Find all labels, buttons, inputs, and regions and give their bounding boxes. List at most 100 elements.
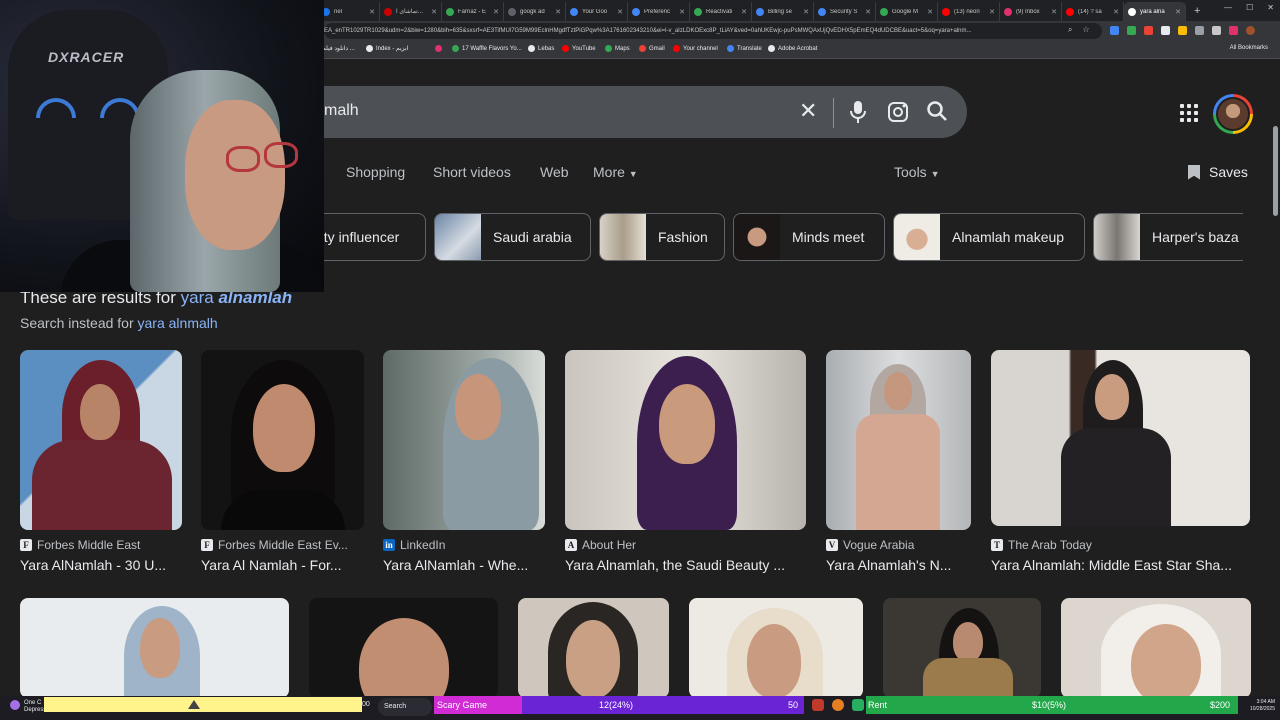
profile-icon[interactable] <box>1246 26 1255 35</box>
tab-close-icon[interactable]: ✕ <box>865 8 871 16</box>
google-apps-icon[interactable] <box>1180 104 1198 122</box>
result-image[interactable] <box>991 350 1250 526</box>
tab-close-icon[interactable]: ✕ <box>1051 8 1057 16</box>
tools-button[interactable]: Tools ▼ <box>894 164 940 180</box>
taskbar-search[interactable]: Search <box>378 698 432 716</box>
bookmark-item[interactable]: 17 Waffle Flavors Yo... <box>452 45 522 52</box>
chip-harpers-bazaar[interactable]: Harper's baza <box>1093 213 1243 261</box>
saves-button[interactable]: Saves <box>1188 164 1248 180</box>
result-image[interactable] <box>383 350 545 530</box>
extension-icon[interactable] <box>1178 26 1187 35</box>
bookmark-item[interactable]: Maps <box>605 45 630 52</box>
browser-tab[interactable]: Your Goo ✕ <box>566 2 628 21</box>
result-image[interactable] <box>565 350 806 530</box>
extension-icon[interactable] <box>1144 26 1153 35</box>
image-result[interactable]: A About Her Yara Alnamlah, the Saudi Beau… <box>565 350 806 573</box>
bookmark-item[interactable]: Gmail <box>639 45 665 52</box>
extension-icon[interactable] <box>1127 26 1136 35</box>
browser-tab[interactable]: (14) ? sa ✕ <box>1062 2 1124 21</box>
tab-shopping[interactable]: Shopping <box>346 164 405 180</box>
bookmark-item[interactable]: YouTube <box>562 45 596 52</box>
chip-minds-meet[interactable]: Minds meet <box>733 213 885 261</box>
tab-close-icon[interactable]: ✕ <box>803 8 809 16</box>
tab-close-icon[interactable]: ✕ <box>989 8 995 16</box>
extension-icon[interactable] <box>1161 26 1170 35</box>
tab-web[interactable]: Web <box>540 164 569 180</box>
tab-close-icon[interactable]: ✕ <box>1113 8 1119 16</box>
result-image[interactable] <box>826 350 971 530</box>
browser-tab[interactable]: تماشای آ... ✕ <box>380 2 442 21</box>
browser-tab[interactable]: Preferenc ✕ <box>628 2 690 21</box>
original-query-link[interactable]: yara alnmalh <box>138 315 218 331</box>
image-result[interactable]: V Vogue Arabia Yara Alnamlah's N... <box>826 350 971 573</box>
tab-close-icon[interactable]: ✕ <box>927 8 933 16</box>
image-result[interactable]: F Forbes Middle East Yara AlNamlah - 30 U… <box>20 350 182 573</box>
browser-tab[interactable]: (13) neon ✕ <box>938 2 1000 21</box>
browser-tab[interactable]: (9) Inbox ✕ <box>1000 2 1062 21</box>
image-result[interactable]: F Forbes Middle East Ev... Yara Al Namlah… <box>201 350 364 573</box>
image-result[interactable]: in LinkedIn Yara AlNamlah - Whe... <box>383 350 545 573</box>
result-image[interactable] <box>518 598 669 696</box>
bookmark-item[interactable]: Your channel <box>673 45 718 52</box>
tab-close-icon[interactable]: ✕ <box>1175 8 1181 16</box>
extension-icon[interactable] <box>1110 26 1119 35</box>
bookmark-star-icon[interactable]: ☆ <box>1082 25 1089 35</box>
search-input[interactable]: malh <box>324 102 359 120</box>
result-title[interactable]: Yara Al Namlah - For... <box>201 557 364 573</box>
page-scrollbar[interactable] <box>1273 126 1278 216</box>
chip-saudi-arabia[interactable]: Saudi arabia <box>434 213 591 261</box>
microphone-icon[interactable] <box>850 101 866 123</box>
browser-tab[interactable]: nel ✕ <box>318 2 380 21</box>
tab-close-icon[interactable]: ✕ <box>369 8 375 16</box>
search-icon[interactable] <box>926 100 948 122</box>
result-title[interactable]: Yara Alnamlah's N... <box>826 557 971 573</box>
address-bar[interactable]: EA_enTR1029TR1029&udm=2&biw=1280&bih=635… <box>324 23 1102 39</box>
browser-tab[interactable]: yara alna ✕ <box>1124 2 1186 21</box>
close-window-icon[interactable]: ✕ <box>1267 3 1274 12</box>
chip-alnamlah-makeup[interactable]: Alnamlah makeup <box>893 213 1085 261</box>
result-image[interactable] <box>309 598 498 696</box>
result-image[interactable] <box>689 598 863 696</box>
result-image[interactable] <box>883 598 1041 696</box>
account-avatar[interactable] <box>1213 94 1253 134</box>
browser-tab[interactable]: Google M ✕ <box>876 2 938 21</box>
weather-icon[interactable] <box>10 700 20 710</box>
browser-tab[interactable]: Farnaz - E ✕ <box>442 2 504 21</box>
app-icon[interactable] <box>812 699 824 711</box>
system-clock[interactable]: 3:04 AM 10/28/2025 <box>1241 699 1275 713</box>
result-image[interactable] <box>1061 598 1251 696</box>
tab-close-icon[interactable]: ✕ <box>617 8 623 16</box>
tab-close-icon[interactable]: ✕ <box>431 8 437 16</box>
result-image[interactable] <box>20 598 289 696</box>
result-image[interactable] <box>20 350 182 530</box>
result-title[interactable]: Yara AlNamlah - 30 U... <box>20 557 182 573</box>
extension-icon[interactable] <box>1229 26 1238 35</box>
browser-tab[interactable]: googk ad ✕ <box>504 2 566 21</box>
chip-fashion[interactable]: Fashion <box>599 213 725 261</box>
tab-close-icon[interactable]: ✕ <box>741 8 747 16</box>
bookmark-item[interactable]: Adobe Acrobat <box>768 45 817 52</box>
browser-tab[interactable]: Billing se ✕ <box>752 2 814 21</box>
browser-tab[interactable]: Security S ✕ <box>814 2 876 21</box>
tab-close-icon[interactable]: ✕ <box>679 8 685 16</box>
browser-tab[interactable]: Reactivati ✕ <box>690 2 752 21</box>
tab-short-videos[interactable]: Short videos <box>433 164 511 180</box>
extension-icon[interactable] <box>1212 26 1221 35</box>
bookmark-item[interactable]: Index - ابزیم <box>366 45 408 52</box>
bookmark-item[interactable] <box>435 45 445 52</box>
new-tab-button[interactable]: + <box>1186 2 1208 21</box>
result-image[interactable] <box>201 350 364 530</box>
zoom-icon[interactable]: ⌕ <box>1068 25 1072 35</box>
all-bookmarks-button[interactable]: All Bookmarks <box>1230 45 1268 51</box>
app-icon[interactable] <box>832 699 844 711</box>
result-title[interactable]: Yara AlNamlah - Whe... <box>383 557 545 573</box>
extension-icon[interactable] <box>1195 26 1204 35</box>
google-lens-icon[interactable] <box>887 101 909 123</box>
image-result[interactable]: T The Arab Today Yara Alnamlah: Middle Ea… <box>991 350 1250 573</box>
app-icon[interactable] <box>852 699 864 711</box>
maximize-icon[interactable]: ☐ <box>1246 3 1253 12</box>
result-title[interactable]: Yara Alnamlah: Middle East Star Sha... <box>991 557 1250 573</box>
clear-icon[interactable]: ✕ <box>799 98 817 124</box>
tab-close-icon[interactable]: ✕ <box>555 8 561 16</box>
result-title[interactable]: Yara Alnamlah, the Saudi Beauty ... <box>565 557 806 573</box>
